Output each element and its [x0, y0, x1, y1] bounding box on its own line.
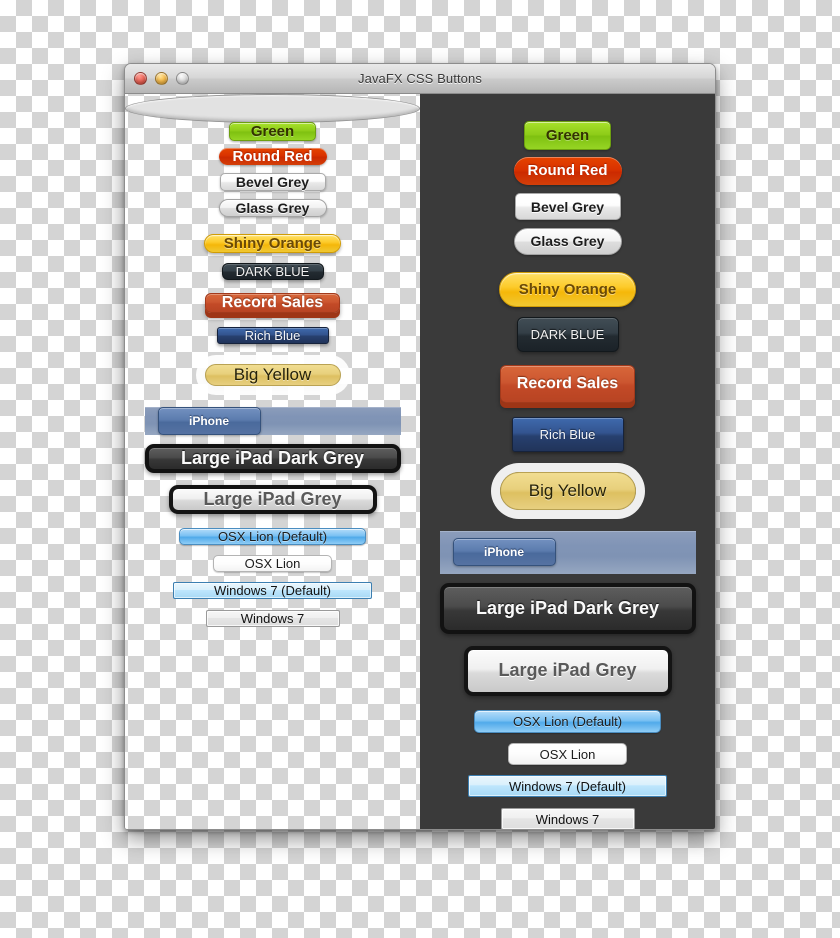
iphone-band: iPhone	[144, 407, 401, 435]
button-windows7-dark[interactable]: Windows 7	[500, 808, 635, 829]
panels-container: Green Round Red Bevel Grey Glass Grey Sh…	[125, 94, 715, 829]
button-rich-blue[interactable]: Rich Blue	[216, 327, 329, 344]
button-iphone[interactable]: iPhone	[157, 407, 261, 435]
iphone-band-dark: iPhone	[439, 530, 696, 575]
button-shiny-orange-dark[interactable]: Shiny Orange	[499, 271, 636, 308]
button-bevel-grey[interactable]: Bevel Grey	[219, 173, 326, 191]
button-windows7-default-dark[interactable]: Windows 7 (Default)	[468, 775, 667, 798]
button-osx-lion-default-dark[interactable]: OSX Lion (Default)	[474, 709, 661, 733]
button-green-dark[interactable]: Green	[524, 121, 611, 150]
button-bevel-grey-dark[interactable]: Bevel Grey	[514, 193, 621, 220]
button-windows7-default[interactable]: Windows 7 (Default)	[173, 582, 372, 599]
button-iphone-dark[interactable]: iPhone	[452, 538, 556, 567]
panel-light: Green Round Red Bevel Grey Glass Grey Sh…	[125, 94, 420, 627]
button-dark-blue[interactable]: DARK BLUE	[221, 263, 324, 280]
button-ipad-grey-dark[interactable]: Large iPad Grey	[463, 645, 672, 696]
button-green[interactable]: Green	[229, 122, 316, 141]
zoom-icon[interactable]	[176, 72, 189, 85]
button-record-sales[interactable]: Record Sales	[205, 293, 340, 313]
panel-dark: Green Round Red Bevel Grey Glass Grey Sh…	[420, 94, 715, 829]
button-shiny-orange[interactable]: Shiny Orange	[204, 234, 341, 253]
application-window: JavaFX CSS Buttons Green Round Red Bevel…	[124, 63, 716, 830]
button-record-sales-dark[interactable]: Record Sales	[500, 364, 635, 404]
button-osx-lion-default[interactable]: OSX Lion (Default)	[179, 528, 366, 545]
minimize-icon[interactable]	[155, 72, 168, 85]
button-round-red-dark[interactable]: Round Red	[513, 156, 622, 186]
button-ipad-dark-grey[interactable]: Large iPad Dark Grey	[144, 444, 401, 473]
button-windows7[interactable]: Windows 7	[205, 610, 340, 627]
button-osx-lion[interactable]: OSX Lion	[213, 555, 332, 572]
window-controls	[134, 72, 189, 85]
button-rich-blue-dark[interactable]: Rich Blue	[511, 417, 624, 452]
button-big-yellow[interactable]: Big Yellow	[204, 364, 341, 386]
button-glass-grey-dark[interactable]: Glass Grey	[513, 228, 622, 255]
button-ipad-dark-grey-dark[interactable]: Large iPad Dark Grey	[439, 583, 696, 634]
button-glass-grey[interactable]: Glass Grey	[218, 199, 327, 217]
button-big-yellow-dark[interactable]: Big Yellow	[499, 472, 636, 510]
button-dark-blue-dark[interactable]: DARK BLUE	[516, 317, 619, 352]
window-titlebar[interactable]: JavaFX CSS Buttons	[125, 64, 715, 94]
button-round-red[interactable]: Round Red	[218, 148, 327, 165]
button-osx-lion-dark[interactable]: OSX Lion	[508, 742, 627, 766]
close-icon[interactable]	[134, 72, 147, 85]
window-title: JavaFX CSS Buttons	[358, 71, 482, 86]
button-ipad-grey[interactable]: Large iPad Grey	[168, 485, 377, 514]
